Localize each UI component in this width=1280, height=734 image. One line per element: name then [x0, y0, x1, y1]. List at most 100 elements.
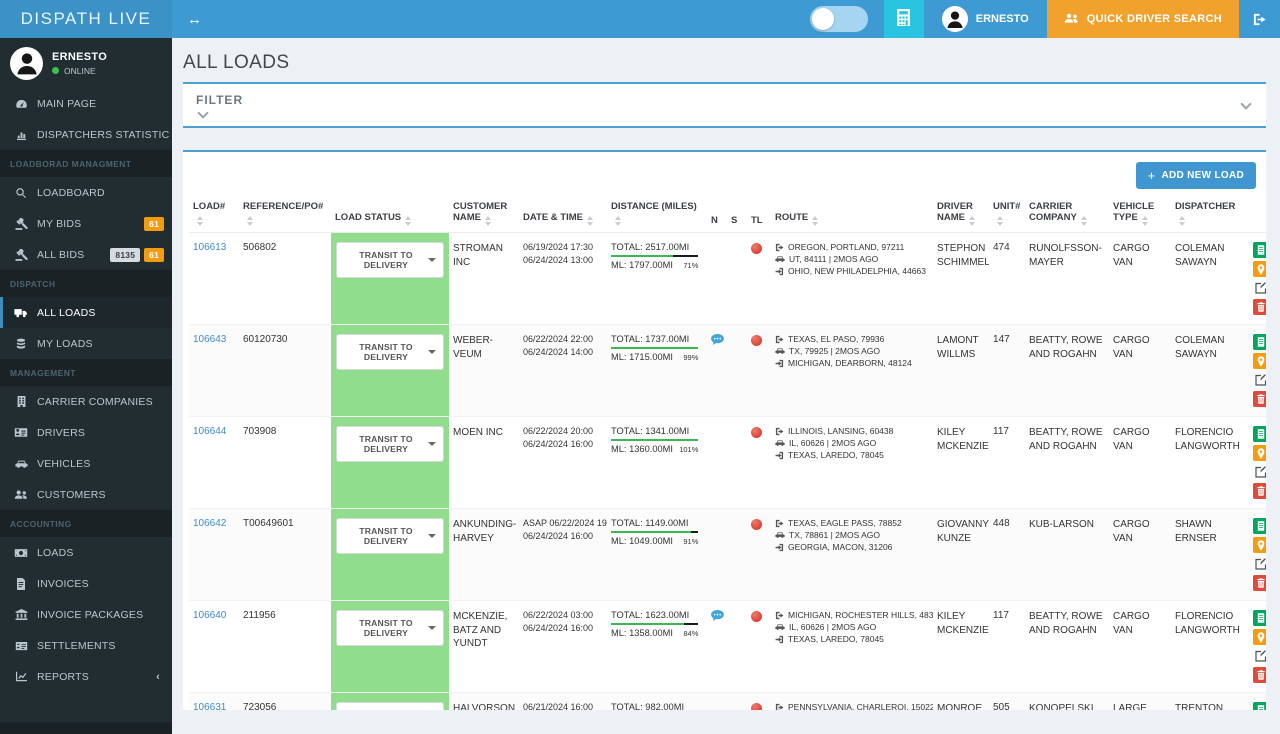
load-documents-button[interactable] [1253, 702, 1266, 710]
sidebar-item-customers[interactable]: CUSTOMERS [0, 479, 172, 510]
load-location-button[interactable] [1253, 261, 1266, 277]
sort-icon[interactable] [615, 216, 621, 226]
sort-icon[interactable] [812, 216, 819, 226]
column-header-date-time[interactable]: DATE & TIME [519, 195, 607, 233]
table-row[interactable]: 106644 703908 TRANSIT TO DELIVERY MOEN I… [189, 416, 1266, 509]
column-header-load-status[interactable]: LOAD STATUS [331, 195, 449, 233]
sort-icon[interactable] [247, 216, 253, 226]
quick-driver-search-button[interactable]: QUICK DRIVER SEARCH [1046, 0, 1239, 38]
status-toggle[interactable] [809, 6, 868, 32]
sidebar-item-all-loads[interactable]: ALL LOADS [0, 297, 172, 328]
chevron-down-icon[interactable] [1240, 98, 1252, 110]
note-chat-icon[interactable] [711, 334, 724, 348]
sort-icon[interactable] [968, 216, 975, 226]
sort-icon[interactable] [484, 216, 491, 226]
load-status-dropdown[interactable]: TRANSIT TO DELIVERY [336, 334, 444, 370]
load-edit-button[interactable] [1253, 556, 1266, 572]
sidebar-collapse-icon[interactable]: ↔ [172, 0, 217, 38]
load-location-button[interactable] [1253, 445, 1266, 461]
load-number-link[interactable]: 106643 [193, 334, 226, 345]
load-edit-button[interactable] [1253, 372, 1266, 388]
load-edit-button[interactable] [1253, 648, 1266, 664]
load-edit-button[interactable] [1253, 280, 1266, 296]
calculator-button[interactable] [883, 0, 924, 38]
table-row[interactable]: 106613 506802 TRANSIT TO DELIVERY STROMA… [189, 232, 1266, 325]
collapse-left-icon[interactable]: ‹ [156, 671, 164, 683]
load-edit-button[interactable] [1253, 464, 1266, 480]
column-header-customer-name[interactable]: CUSTOMER NAME [449, 195, 519, 233]
sign-out-icon[interactable] [1239, 0, 1280, 38]
table-row[interactable]: 106640 211956 TRANSIT TO DELIVERY MCKENZ… [189, 600, 1266, 693]
sort-icon[interactable] [1141, 216, 1148, 226]
column-header-carrier-company[interactable]: CARRIER COMPANY [1025, 195, 1109, 233]
load-number-link[interactable]: 106631 [193, 702, 226, 710]
load-status-dropdown[interactable]: TRANSIT TO DELIVERY [336, 518, 444, 554]
tracking-status-icon[interactable] [751, 519, 762, 530]
sidebar-item-drivers[interactable]: DRIVERS [0, 417, 172, 448]
sort-icon[interactable] [587, 216, 593, 226]
sidebar-item-carrier-companies[interactable]: CARRIER COMPANIES [0, 386, 172, 417]
sidebar-item-settlements[interactable]: SETTLEMENTS [0, 630, 172, 661]
tracking-status-icon[interactable] [751, 335, 762, 346]
table-row[interactable]: 106643 60120730 TRANSIT TO DELIVERY WEBE… [189, 324, 1266, 417]
load-delete-button[interactable] [1253, 575, 1266, 591]
tracking-status-icon[interactable] [751, 703, 762, 710]
app-logo[interactable]: DISPATH LIVE [0, 0, 172, 38]
column-header-route[interactable]: ROUTE [771, 195, 933, 233]
sort-icon[interactable] [1080, 216, 1087, 226]
column-header-load-[interactable]: LOAD# [189, 195, 239, 233]
sidebar-item-dispatchers-statistic[interactable]: DISPATCHERS STATISTIC [0, 119, 172, 150]
sidebar-item-main-page[interactable]: MAIN PAGE [0, 88, 172, 119]
load-number-link[interactable]: 106644 [193, 426, 226, 437]
sort-icon[interactable] [997, 216, 1003, 226]
chevron-down-icon[interactable] [197, 107, 209, 119]
sidebar-item-all-bids[interactable]: ALL BIDS 8135 61 [0, 239, 172, 270]
load-documents-button[interactable] [1253, 334, 1266, 350]
add-new-load-button[interactable]: + ADD NEW LOAD [1135, 162, 1256, 189]
column-header-reference-po-[interactable]: REFERENCE/PO# [239, 195, 331, 233]
load-documents-button[interactable] [1253, 426, 1266, 442]
tracking-status-icon[interactable] [751, 243, 762, 254]
topbar-user[interactable]: ERNESTO [924, 0, 1047, 38]
sidebar-item-vehicles[interactable]: VEHICLES [0, 448, 172, 479]
sidebar-item-invoices[interactable]: INVOICES [0, 568, 172, 599]
load-number-link[interactable]: 106640 [193, 610, 226, 621]
load-number-link[interactable]: 106642 [193, 518, 226, 529]
sidebar-item-reports[interactable]: REPORTS ‹ [0, 661, 172, 692]
sidebar-item-invoice-packages[interactable]: INVOICE PACKAGES [0, 599, 172, 630]
sidebar-item-my-bids[interactable]: MY BIDS 61 [0, 208, 172, 239]
column-header-vehicle-type[interactable]: VEHICLE TYPE [1109, 195, 1171, 233]
load-documents-button[interactable] [1253, 518, 1266, 534]
load-delete-button[interactable] [1253, 391, 1266, 407]
column-header-distance-miles-[interactable]: DISTANCE (MILES) [607, 195, 707, 233]
load-location-button[interactable] [1253, 353, 1266, 369]
table-row[interactable]: 106631 723056 TRANSIT TO DELIVERY HALVOR… [189, 692, 1266, 710]
load-delete-button[interactable] [1253, 667, 1266, 683]
column-header-driver-name[interactable]: DRIVER NAME [933, 195, 989, 233]
table-row[interactable]: 106642 T00649601 TRANSIT TO DELIVERY ANK… [189, 508, 1266, 601]
tracking-status-icon[interactable] [751, 611, 762, 622]
sort-icon[interactable] [197, 216, 203, 226]
load-location-button[interactable] [1253, 629, 1266, 645]
load-number-link[interactable]: 106613 [193, 242, 226, 253]
filter-panel[interactable]: FILTER [183, 82, 1266, 128]
load-delete-button[interactable] [1253, 483, 1266, 499]
load-documents-button[interactable] [1253, 242, 1266, 258]
column-header-dispatcher[interactable]: DISPATCHER [1171, 195, 1247, 233]
load-status-dropdown[interactable]: TRANSIT TO DELIVERY [336, 242, 444, 278]
load-documents-button[interactable] [1253, 610, 1266, 626]
column-header-unit-[interactable]: UNIT# [989, 195, 1025, 233]
tracking-status-icon[interactable] [751, 427, 762, 438]
load-status-dropdown[interactable]: TRANSIT TO DELIVERY [336, 702, 444, 710]
sort-icon[interactable] [1179, 216, 1185, 226]
money-icon [13, 548, 29, 558]
sidebar-item-loads[interactable]: LOADS [0, 537, 172, 568]
load-status-dropdown[interactable]: TRANSIT TO DELIVERY [336, 426, 444, 462]
load-status-dropdown[interactable]: TRANSIT TO DELIVERY [336, 610, 444, 646]
load-location-button[interactable] [1253, 537, 1266, 553]
note-chat-icon[interactable] [711, 610, 724, 624]
sidebar-item-my-loads[interactable]: MY LOADS [0, 328, 172, 359]
load-delete-button[interactable] [1253, 299, 1266, 315]
sort-icon[interactable] [405, 216, 412, 226]
sidebar-item-loadboard[interactable]: LOADBOARD [0, 177, 172, 208]
